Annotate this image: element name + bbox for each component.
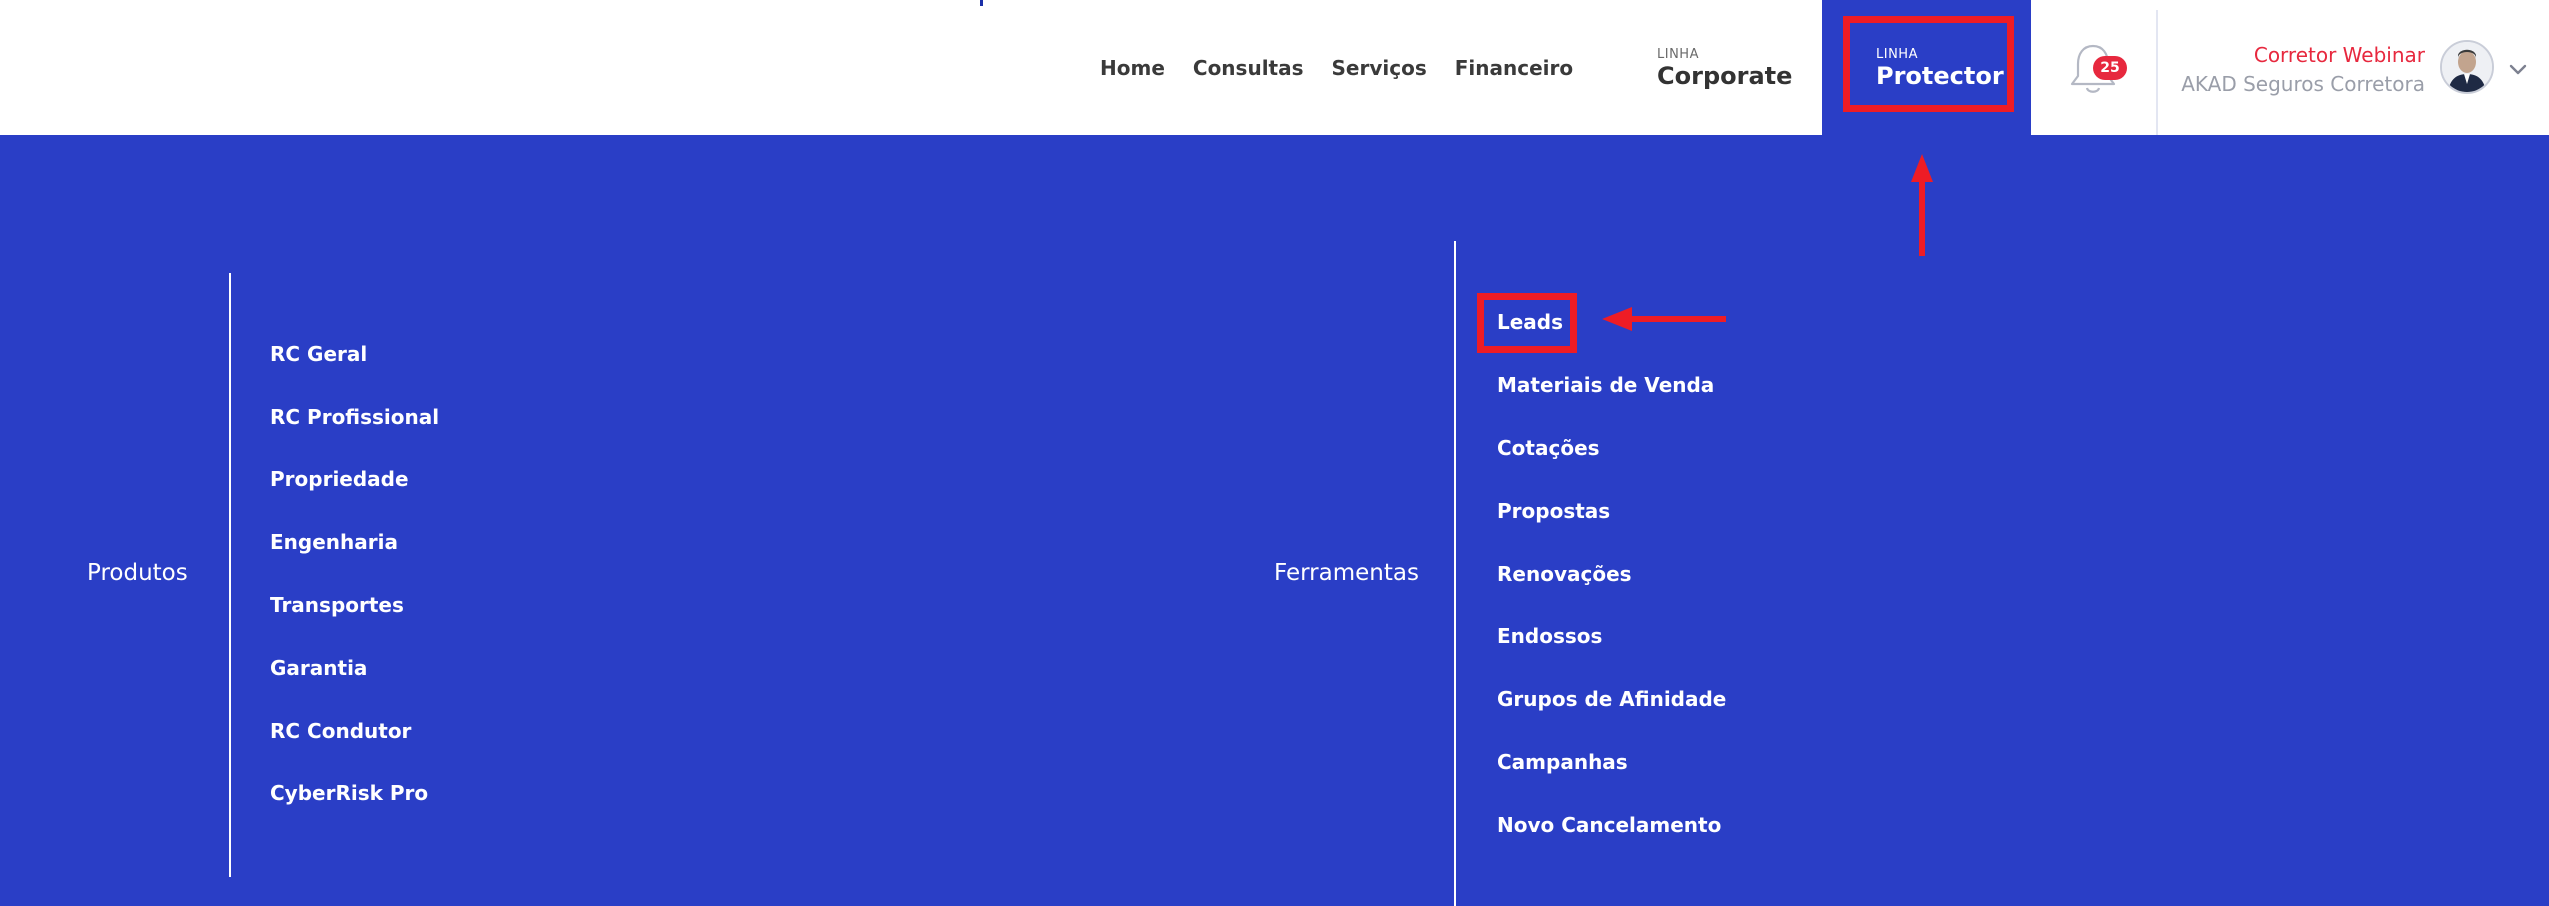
menu-link-rc-condutor[interactable]: RC Condutor (270, 719, 411, 743)
user-company: AKAD Seguros Corretora (2181, 72, 2425, 96)
nav-servicos[interactable]: Serviços (1332, 56, 1427, 80)
menu-link-campanhas[interactable]: Campanhas (1497, 750, 1628, 774)
menu-link-engenharia[interactable]: Engenharia (270, 530, 398, 554)
linha-corporate-title: Corporate (1657, 62, 1793, 90)
menu-link-propostas[interactable]: Propostas (1497, 499, 1610, 523)
top-header: Home Consultas Serviços Financeiro LINHA… (0, 0, 2549, 135)
nav-financeiro[interactable]: Financeiro (1455, 56, 1573, 80)
menu-link-rc-profissional[interactable]: RC Profissional (270, 405, 439, 429)
linha-corporate-tab[interactable]: LINHA Corporate (1600, 0, 1822, 135)
highlight-leads-box (1477, 293, 1577, 353)
linha-corporate-small: LINHA (1657, 47, 1699, 62)
main-nav: Home Consultas Serviços Financeiro (1100, 48, 1601, 88)
menu-link-endossos[interactable]: Endossos (1497, 624, 1602, 648)
protector-mega-menu: Produtos RC Geral RC Profissional Propri… (0, 135, 2549, 906)
arrow-left-icon (1602, 307, 1726, 331)
menu-link-cotacoes[interactable]: Cotações (1497, 436, 1600, 460)
user-avatar-icon (2442, 42, 2492, 92)
top-mark (980, 0, 983, 6)
menu-link-propriedade[interactable]: Propriedade (270, 467, 409, 491)
menu-link-garantia[interactable]: Garantia (270, 656, 367, 680)
highlight-protector-box (1843, 16, 2014, 112)
menu-link-renovacoes[interactable]: Renovações (1497, 562, 1632, 586)
ferramentas-separator (1454, 241, 1456, 906)
produtos-separator (229, 273, 231, 877)
user-name[interactable]: Corretor Webinar (2254, 43, 2425, 67)
chevron-down-icon[interactable] (2507, 58, 2529, 80)
section-title-produtos: Produtos (87, 560, 188, 586)
arrow-up-icon (1911, 154, 1933, 256)
menu-link-novo-cancelamento[interactable]: Novo Cancelamento (1497, 813, 1721, 837)
menu-link-rc-geral[interactable]: RC Geral (270, 342, 367, 366)
nav-consultas[interactable]: Consultas (1193, 56, 1304, 80)
menu-link-transportes[interactable]: Transportes (270, 593, 404, 617)
notification-badge[interactable]: 25 (2093, 56, 2127, 80)
menu-link-materiais-de-venda[interactable]: Materiais de Venda (1497, 373, 1714, 397)
menu-link-cyberrisk-pro[interactable]: CyberRisk Pro (270, 781, 428, 805)
section-title-ferramentas: Ferramentas (1274, 560, 1419, 586)
menu-link-grupos-de-afinidade[interactable]: Grupos de Afinidade (1497, 687, 1726, 711)
nav-home[interactable]: Home (1100, 56, 1165, 80)
header-divider (2156, 10, 2158, 135)
avatar[interactable] (2440, 40, 2494, 94)
